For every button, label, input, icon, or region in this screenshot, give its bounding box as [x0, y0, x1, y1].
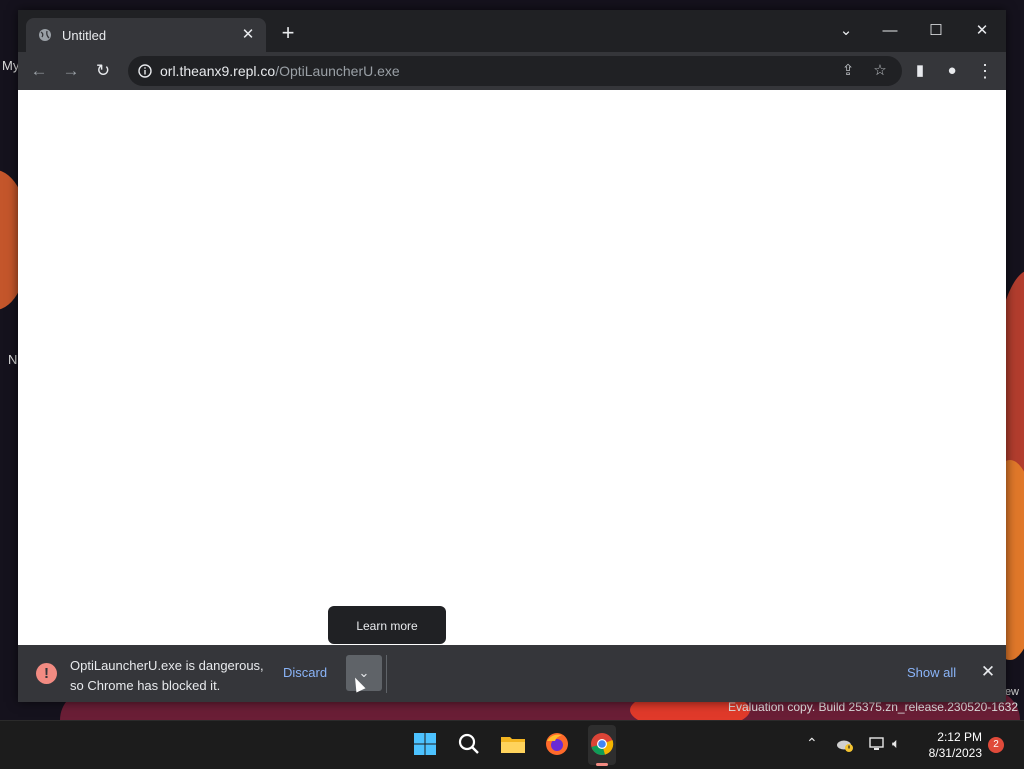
reload-icon[interactable]: ↻ [90, 58, 116, 84]
onedrive-warning-icon[interactable] [836, 737, 854, 753]
star-icon[interactable]: ☆ [870, 61, 890, 81]
chrome-icon[interactable] [587, 729, 617, 759]
active-indicator [596, 763, 608, 766]
desktop-icon-label[interactable]: My [2, 58, 19, 73]
info-icon[interactable] [138, 64, 152, 78]
browser-toolbar: ← → ↻ orl.theanx9.repl.co/OptiLauncherU.… [18, 52, 1006, 90]
windows-start-icon[interactable] [410, 729, 440, 759]
profile-icon[interactable]: ● [939, 58, 965, 84]
clock-date: 8/31/2023 [928, 746, 982, 760]
network-icon[interactable] [868, 736, 886, 752]
title-bar: Untitled ✕ + ⌄ — ☐ ✕ [18, 10, 1006, 52]
evaluation-watermark: Evaluation copy. Build 25375.zn_release.… [728, 700, 1018, 714]
url-domain: orl.theanx9.repl.co [160, 63, 276, 79]
side-panel-icon[interactable]: ▮ [907, 58, 933, 84]
close-icon[interactable]: ✕ [978, 660, 998, 684]
learn-more-menu-item[interactable]: Learn more [328, 606, 446, 644]
page-content[interactable] [18, 90, 1006, 645]
url-text[interactable]: orl.theanx9.repl.co/OptiLauncherU.exe [160, 63, 400, 79]
chrome-window: Untitled ✕ + ⌄ — ☐ ✕ ← → ↻ orl.theanx9.r… [18, 10, 1006, 702]
forward-icon[interactable]: → [58, 58, 84, 84]
address-bar[interactable]: orl.theanx9.repl.co/OptiLauncherU.exe ⇪ … [128, 56, 902, 86]
close-icon[interactable]: ✕ [238, 25, 258, 45]
tab-title: Untitled [62, 28, 107, 43]
menu-icon[interactable]: ⋮ [972, 58, 998, 84]
divider [386, 655, 387, 693]
system-clock[interactable]: 2:12 PM 8/31/2023 [922, 729, 982, 761]
chevron-down-icon[interactable]: ⌄ [826, 16, 866, 46]
maximize-icon[interactable]: ☐ [916, 16, 956, 46]
warning-line-1: OptiLauncherU.exe is dangerous, [70, 658, 264, 673]
share-icon[interactable]: ⇪ [838, 61, 858, 81]
search-icon[interactable] [454, 729, 484, 759]
back-icon[interactable]: ← [26, 58, 52, 84]
watermark-fragment: ew [1004, 686, 1019, 698]
globe-icon [39, 29, 51, 41]
notification-badge[interactable]: 2 [988, 737, 1004, 753]
discard-button[interactable]: Discard [283, 665, 327, 680]
download-warning-message: OptiLauncherU.exe is dangerous, so Chrom… [70, 656, 264, 696]
alert-icon: ! [36, 663, 57, 684]
plus-icon[interactable]: + [276, 22, 300, 46]
desktop-icon-label[interactable]: N [8, 352, 17, 367]
close-icon[interactable]: ✕ [962, 16, 1002, 46]
tab-untitled[interactable]: Untitled ✕ [26, 18, 266, 52]
file-explorer-icon[interactable] [498, 729, 528, 759]
chevron-up-icon[interactable]: ⌃ [806, 735, 818, 752]
warning-line-2: so Chrome has blocked it. [70, 678, 221, 693]
show-all-button[interactable]: Show all [907, 665, 956, 680]
clock-time: 2:12 PM [937, 730, 982, 744]
taskbar: ⌃ 🔈︎ 2:12 PM 8/31/2023 2 [0, 720, 1024, 769]
firefox-icon[interactable] [542, 729, 572, 759]
url-path: /OptiLauncherU.exe [275, 63, 400, 79]
download-bar: ! OptiLauncherU.exe is dangerous, so Chr… [18, 645, 1006, 702]
minimize-icon[interactable]: — [870, 16, 910, 46]
volume-icon[interactable]: 🔈︎ [892, 735, 900, 752]
